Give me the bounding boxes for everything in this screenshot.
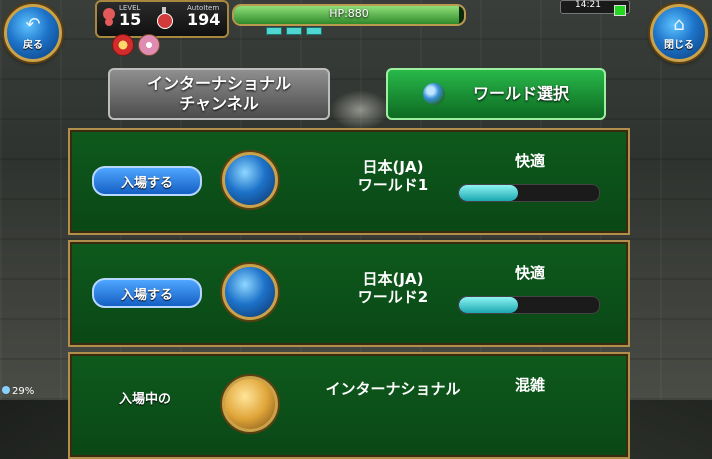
world-row: 入場中の インターナショナル 混雑 [68, 352, 630, 459]
world-title: ワールド1 [357, 176, 429, 194]
close-label: 閉じる [664, 39, 694, 51]
world-row: 入場する 日本(JA) ワールド1 快適 [68, 128, 630, 235]
level-block: LEVEL 15 [119, 4, 141, 28]
tab-international-line2: チャンネル [179, 94, 259, 113]
stamina-pip [306, 27, 322, 35]
close-button[interactable]: ⌂ 閉じる [650, 4, 708, 62]
level-value: 15 [119, 10, 142, 29]
world-status: 快適 [514, 152, 545, 170]
status-dot-icon [2, 386, 10, 394]
world-title: ワールド2 [357, 288, 429, 306]
clock: 14:21 [575, 0, 601, 10]
world-region: 日本(JA) [362, 270, 424, 288]
player-status-panel: LEVEL 15 AutoItem 194 [95, 0, 229, 38]
tab-international-line1: インターナショナル [146, 74, 291, 93]
load-fill [459, 297, 518, 313]
world-region: インターナショナル [325, 380, 461, 398]
world-orb-icon [222, 376, 278, 432]
load-fill [459, 185, 518, 201]
enter-button[interactable]: 入場する [92, 278, 202, 308]
world-orb-icon [222, 152, 278, 208]
autoitem-value: 194 [187, 10, 221, 29]
back-button[interactable]: ↶ 戻る [4, 4, 62, 62]
entering-label: 入場中の [118, 391, 171, 407]
world-region: 日本(JA) [362, 158, 424, 176]
world-name: 日本(JA) ワールド1 [318, 158, 468, 194]
globe-icon [422, 83, 445, 105]
download-status: 29% [2, 386, 34, 397]
load-bar [458, 296, 600, 314]
tab-world-label: ワールド選択 [472, 84, 569, 103]
enter-button[interactable]: 入場する [92, 166, 202, 196]
stamina-pip [286, 27, 302, 35]
world-name: インターナショナル [318, 380, 468, 398]
hp-text: HP:880 [329, 7, 369, 20]
tab-world-select[interactable]: ワールド選択 [386, 68, 606, 120]
home-icon: ⌂ [673, 13, 685, 35]
medal-icon[interactable] [112, 34, 134, 56]
tab-international-label: インターナショナル チャンネル [147, 74, 291, 114]
gift-icon[interactable] [138, 34, 160, 56]
flask-icon [157, 7, 173, 29]
world-row: 入場する 日本(JA) ワールド2 快適 [68, 240, 630, 347]
load-bar [458, 184, 600, 202]
autoitem-block: AutoItem 194 [187, 4, 220, 28]
download-percent: 29% [12, 386, 35, 397]
world-status: 快適 [514, 264, 545, 282]
stamina-pip [266, 27, 282, 35]
world-orb-icon [222, 264, 278, 320]
back-label: 戻る [23, 39, 43, 51]
hp-bar: HP:880 [232, 4, 466, 26]
world-name: 日本(JA) ワールド2 [318, 270, 468, 306]
background-light [330, 90, 390, 130]
player-icon [103, 8, 115, 20]
back-arrow-icon: ↶ [25, 13, 41, 35]
world-status: 混雑 [514, 376, 545, 394]
stamina-pips [266, 27, 322, 35]
tab-international-channel[interactable]: インターナショナル チャンネル [108, 68, 330, 120]
battery-icon [614, 5, 626, 16]
